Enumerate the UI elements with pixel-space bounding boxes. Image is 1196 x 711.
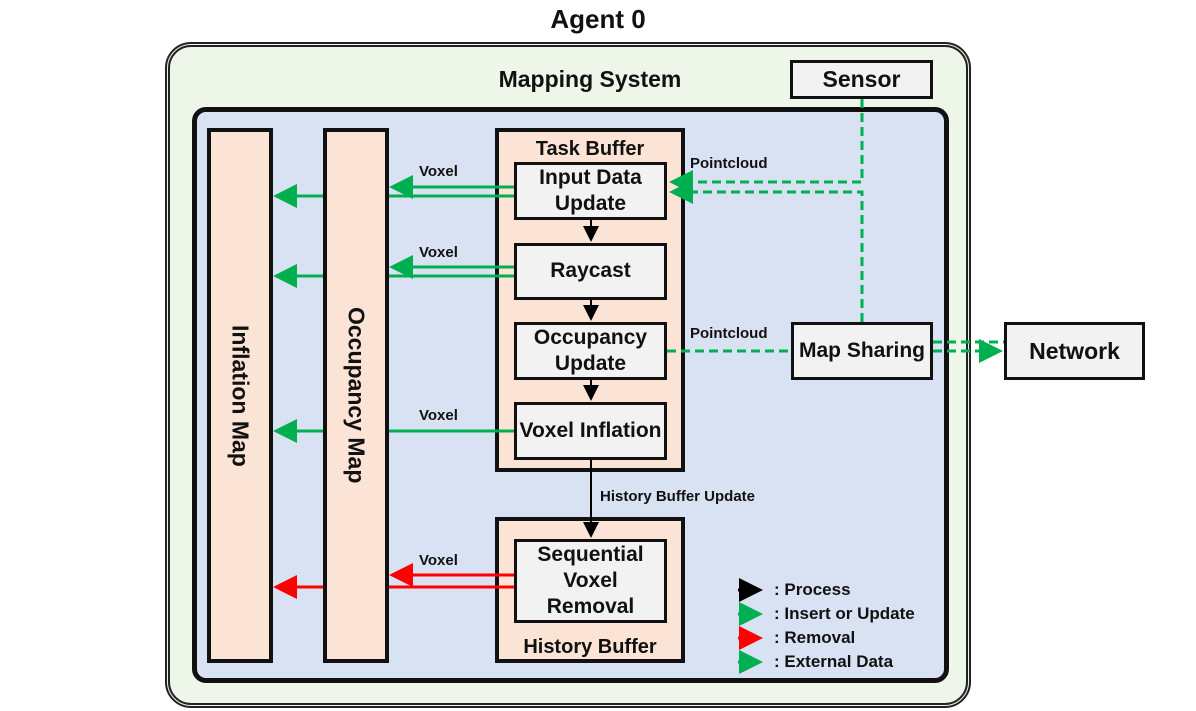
legend-item: : Removal — [774, 628, 856, 647]
connections-layer — [273, 99, 1004, 674]
external-data-arrow — [669, 180, 864, 322]
external-data-arrow — [669, 99, 864, 194]
legend-item: : Process — [774, 580, 851, 599]
legend-item: : Insert or Update — [774, 604, 915, 623]
legend: : Process : Insert or Update : Removal :… — [774, 578, 915, 674]
legend-item: : External Data — [774, 652, 894, 671]
